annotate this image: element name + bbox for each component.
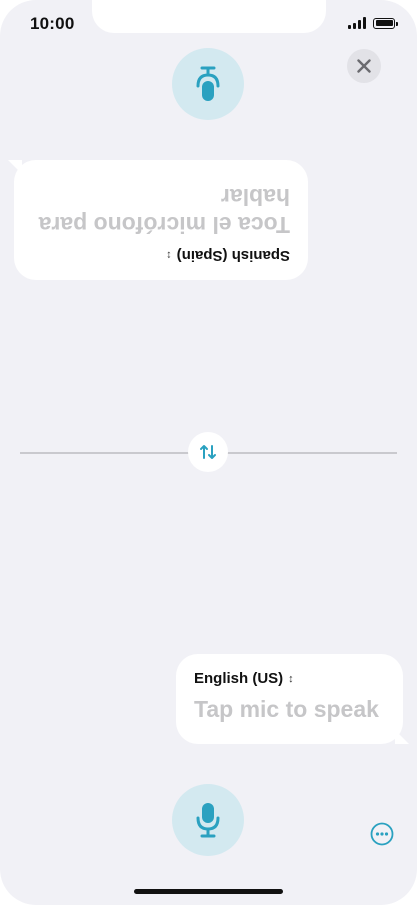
swap-languages-button[interactable] (188, 432, 228, 472)
more-options-button[interactable] (370, 822, 394, 846)
spanish-placeholder: Toca el micrófono para hablar (38, 184, 290, 238)
more-options-icon (370, 822, 394, 846)
english-bubble[interactable]: English (US) ↕ Tap mic to speak (176, 654, 403, 744)
microphone-icon (196, 66, 220, 101)
status-time: 10:00 (30, 14, 75, 33)
english-placeholder: Tap mic to speak (194, 696, 379, 722)
language-label: Spanish (Spain) (176, 247, 290, 264)
spanish-language-selector[interactable]: Spanish (Spain) ↕ (32, 247, 290, 264)
swap-arrows-icon (200, 445, 216, 459)
close-icon (357, 59, 371, 73)
face-to-face-translate-screen: 10:00 Spanish (Spain) ↕ Toca el micrófon… (0, 0, 417, 905)
battery-icon (373, 17, 398, 29)
spanish-bubble[interactable]: Spanish (Spain) ↕ Toca el micrófono para… (14, 160, 308, 280)
home-indicator[interactable] (134, 889, 283, 894)
english-language-selector[interactable]: English (US) ↕ (194, 670, 385, 687)
spanish-mic-button[interactable] (172, 48, 244, 120)
language-label: English (US) (194, 670, 284, 687)
status-icons (348, 17, 398, 29)
cellular-signal-icon (348, 17, 366, 29)
chevron-updown-icon: ↕ (166, 249, 172, 262)
chevron-updown-icon: ↕ (288, 672, 294, 685)
microphone-icon (196, 803, 220, 838)
close-button[interactable] (347, 49, 381, 83)
english-mic-button[interactable] (172, 784, 244, 856)
device-notch (92, 0, 326, 33)
